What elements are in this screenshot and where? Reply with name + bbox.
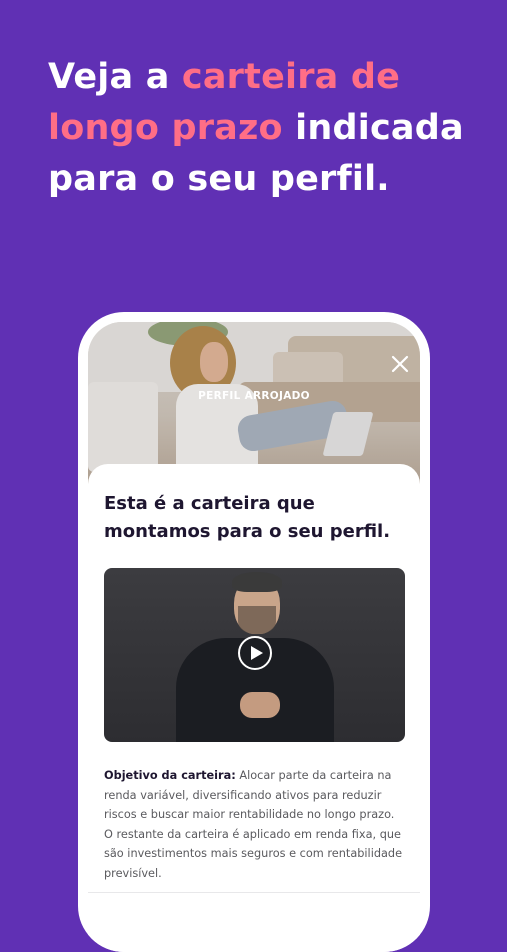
play-icon[interactable] xyxy=(238,636,272,670)
card-title: Esta é a carteira que montamos para o se… xyxy=(104,493,391,542)
headline-part1: Veja a xyxy=(48,57,182,97)
phone-mockup: PERFIL ARROJADO Esta é a carteira que mo… xyxy=(78,312,430,952)
portfolio-objective: Objetivo da carteira: Alocar parte da ca… xyxy=(104,766,405,883)
divider xyxy=(88,892,420,893)
headline: Veja a carteira de longo prazo indicada … xyxy=(48,52,488,205)
portfolio-card: Esta é a carteira que montamos para o se… xyxy=(88,464,420,952)
objective-text: Alocar parte da carteira na renda variáv… xyxy=(104,769,403,880)
profile-label: PERFIL ARROJADO xyxy=(198,390,310,402)
video-player[interactable] xyxy=(104,568,405,742)
objective-label: Objetivo da carteira: xyxy=(104,769,236,782)
close-button[interactable] xyxy=(388,352,412,376)
close-icon xyxy=(391,355,409,373)
